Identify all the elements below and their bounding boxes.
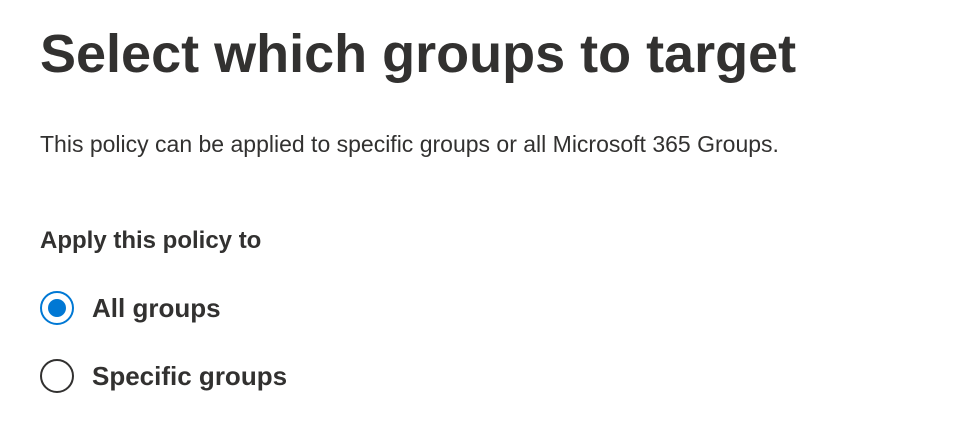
radio-label-all-groups[interactable]: All groups	[92, 290, 221, 326]
page-description: This policy can be applied to specific g…	[40, 131, 779, 157]
radio-option-all-groups[interactable]: All groups	[40, 290, 221, 326]
radio-button-selected[interactable]	[40, 291, 74, 325]
radio-label-specific-groups[interactable]: Specific groups	[92, 358, 287, 394]
apply-policy-label: Apply this policy to	[40, 227, 262, 254]
page-title: Select which groups to target	[40, 24, 797, 84]
radio-option-specific-groups[interactable]: Specific groups	[40, 358, 287, 394]
radio-selected-dot	[48, 299, 66, 317]
radio-button-unselected[interactable]	[40, 359, 74, 393]
